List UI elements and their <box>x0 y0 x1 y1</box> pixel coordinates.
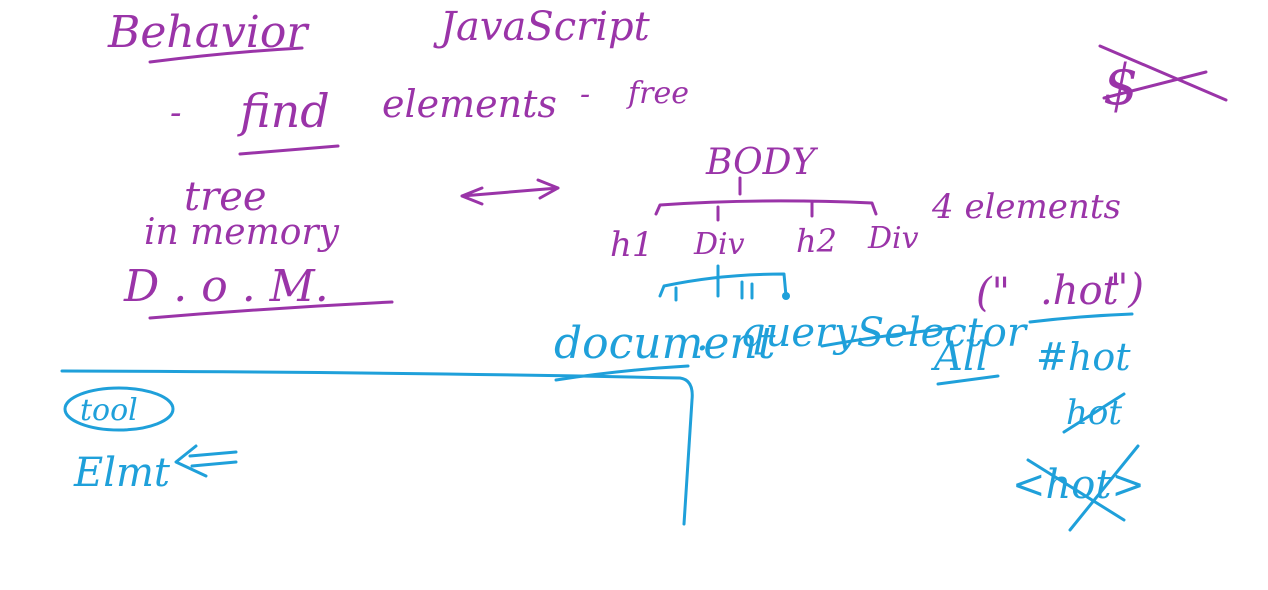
note-elements: elements <box>382 82 557 126</box>
note-elements-short: Elmt <box>73 450 171 496</box>
note-tool: tool <box>80 393 138 428</box>
note-dom: D . o . M. <box>123 261 329 312</box>
note-free: free <box>626 76 689 111</box>
note-elements-count: 4 elements <box>931 187 1121 227</box>
note-arg-hot: .hot <box>1040 268 1120 314</box>
underline-find <box>238 144 340 156</box>
note-in-memory: in memory <box>144 212 340 253</box>
whiteboard-canvas: Behavior JavaScript - find elements - fr… <box>60 4 1228 532</box>
note-h2: h2 <box>796 222 837 260</box>
note-find-dash: - <box>170 93 182 133</box>
note-free-dash: - <box>580 77 590 112</box>
note-body: BODY <box>705 142 819 183</box>
subtree-connector <box>658 264 788 302</box>
tree-connector <box>654 176 878 222</box>
note-find: find <box>237 84 330 138</box>
underline-arg-hot <box>1028 312 1134 324</box>
note-arg-open: (" <box>976 270 1010 316</box>
subtree-node-dot <box>782 292 790 300</box>
note-dot: . <box>696 314 709 360</box>
note-all: All <box>930 334 988 380</box>
note-div1: Div <box>693 227 745 262</box>
note-hot-crossed: <hot> <box>1012 462 1145 508</box>
dollar-sign-icon: $ <box>1103 53 1139 118</box>
note-hash-hot: #hot <box>1036 335 1131 379</box>
note-arg-close: ") <box>1110 266 1144 312</box>
note-h1: h1 <box>610 225 654 265</box>
double-arrow <box>460 178 560 206</box>
note-div2: Div <box>867 221 919 256</box>
note-javascript: JavaScript <box>433 4 651 50</box>
left-double-arrow-icon <box>174 444 238 478</box>
